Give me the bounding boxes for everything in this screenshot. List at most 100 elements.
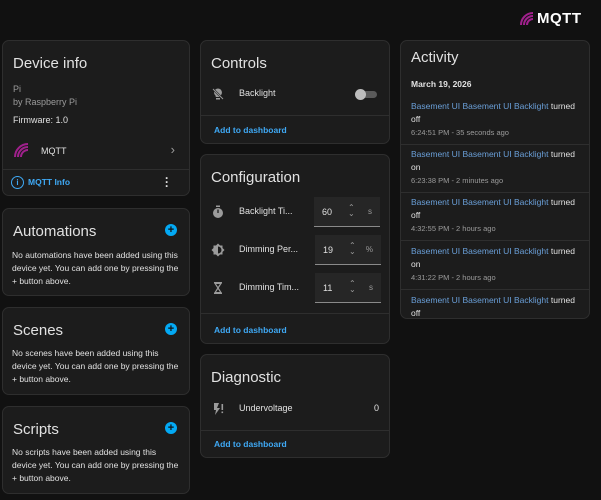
hourglass-icon	[213, 282, 223, 294]
backlight-toggle[interactable]	[355, 89, 377, 100]
mqtt-info-label: MQTT Info	[28, 177, 71, 187]
scenes-card: Scenes + No scenes have been added using…	[2, 307, 190, 395]
brand-name: MQTT	[537, 10, 582, 27]
add-script-icon[interactable]: +	[165, 422, 177, 434]
configuration-card: Configuration Backlight Ti... 60 ⌃ ⌄ s Di…	[200, 154, 390, 344]
lightbulb-off-icon	[212, 88, 224, 100]
number-input[interactable]: 11 ⌃ ⌄ s	[315, 273, 381, 303]
activity-item: Basement UI Basement UI Backlight turned…	[411, 100, 579, 139]
device-manufacturer: by Raspberry Pi	[13, 97, 78, 107]
activity-date: March 19, 2026	[411, 79, 472, 89]
undervoltage-row[interactable]: Undervoltage 0	[201, 394, 389, 424]
number-input[interactable]: 19 ⌃ ⌄ %	[315, 235, 381, 265]
device-firmware: Firmware: 1.0	[13, 115, 69, 125]
activity-time: 4:32:55 PM - 2 hours ago	[411, 224, 496, 233]
undervoltage-name: Undervoltage	[239, 403, 293, 413]
diagnostic-title: Diagnostic	[211, 369, 282, 386]
toggle-knob	[355, 89, 366, 100]
config-name: Backlight Ti...	[239, 206, 293, 216]
activity-item: Basement UI Basement UI Backlight turned…	[411, 196, 579, 235]
activity-item: Basement UI Basement UI Backlight turned…	[411, 245, 579, 284]
mqtt-icon	[14, 143, 29, 158]
activity-action: turned	[550, 101, 575, 111]
activity-time: 6:24:51 PM - 35 seconds ago	[411, 128, 509, 137]
automations-title: Automations	[13, 223, 97, 240]
timer-icon	[213, 205, 223, 218]
activity-time: 4:31:22 PM - 2 hours ago	[411, 273, 496, 282]
activity-action: turned	[550, 295, 575, 305]
activity-state: on	[411, 162, 421, 172]
controls-card: Controls Backlight Add to dashboard	[200, 40, 390, 144]
activity-state: off	[411, 308, 421, 318]
activity-time: 6:23:38 PM - 2 minutes ago	[411, 176, 504, 185]
controls-title: Controls	[211, 55, 267, 72]
number-input[interactable]: 60 ⌃ ⌄ s	[314, 197, 380, 227]
number-unit: s	[369, 283, 373, 292]
stepper-icon[interactable]: ⌃ ⌄	[349, 280, 356, 294]
divider	[401, 144, 589, 145]
divider	[201, 313, 389, 314]
divider	[201, 115, 389, 116]
undervoltage-value: 0	[373, 403, 379, 413]
divider	[401, 192, 589, 193]
config-row-dimming-percent: Dimming Per... 19 ⌃ ⌄ %	[201, 235, 389, 265]
activity-state: off	[411, 210, 421, 220]
brightness-icon	[211, 243, 225, 257]
diagnostic-card: Diagnostic Undervoltage 0 Add to dashboa…	[200, 354, 390, 458]
scripts-empty-text: No scripts have been added using this de…	[12, 447, 179, 483]
activity-action: turned	[550, 197, 575, 207]
more-options-icon[interactable]: · · ·	[163, 172, 171, 192]
backlight-name: Backlight	[239, 88, 276, 98]
flash-alert-icon	[214, 403, 224, 415]
integration-name: MQTT	[41, 146, 67, 156]
activity-state: on	[411, 259, 421, 269]
chevron-right-icon: ›	[170, 142, 175, 157]
activity-entity-link[interactable]: Basement UI Basement UI Backlight	[411, 246, 548, 256]
config-name: Dimming Per...	[239, 244, 299, 254]
divider	[3, 169, 189, 170]
activity-item: Basement UI Basement UI Backlight turned…	[411, 148, 579, 187]
number-unit: %	[365, 245, 373, 254]
number-value: 11	[323, 283, 333, 293]
scripts-title: Scripts	[13, 421, 59, 438]
activity-entity-link[interactable]: Basement UI Basement UI Backlight	[411, 149, 548, 159]
config-row-dimming-timeout: Dimming Tim... 11 ⌃ ⌄ s	[201, 273, 389, 303]
config-name: Dimming Tim...	[239, 282, 300, 292]
scenes-title: Scenes	[13, 322, 64, 339]
integration-row[interactable]: MQTT ›	[3, 137, 189, 163]
configuration-title: Configuration	[211, 169, 301, 186]
device-info-title: Device info	[13, 55, 88, 72]
activity-entity-link[interactable]: Basement UI Basement UI Backlight	[411, 101, 548, 111]
activity-entity-link[interactable]: Basement UI Basement UI Backlight	[411, 197, 548, 207]
diagnostic-add-to-dashboard[interactable]: Add to dashboard	[214, 439, 287, 449]
add-scene-icon[interactable]: +	[165, 323, 177, 335]
number-value: 60	[322, 207, 333, 217]
add-automation-icon[interactable]: +	[165, 224, 177, 236]
config-row-backlight-timeout: Backlight Ti... 60 ⌃ ⌄ s	[201, 197, 389, 227]
activity-card: Activity March 19, 2026 Basement UI Base…	[400, 40, 590, 319]
device-model: Pi	[13, 84, 22, 94]
number-unit: s	[368, 207, 372, 216]
backlight-row[interactable]: Backlight	[201, 79, 389, 109]
configuration-add-to-dashboard[interactable]: Add to dashboard	[214, 325, 287, 335]
controls-add-to-dashboard[interactable]: Add to dashboard	[214, 125, 287, 135]
automations-card: Automations + No automations have been a…	[2, 208, 190, 296]
number-value: 19	[323, 245, 334, 255]
activity-item: Basement UI Basement UI Backlight turned…	[411, 294, 579, 318]
divider	[201, 430, 389, 431]
scripts-card: Scripts + No scripts have been added usi…	[2, 406, 190, 494]
scenes-empty-text: No scenes have been added using this dev…	[12, 348, 179, 384]
activity-state: off	[411, 114, 421, 124]
stepper-icon[interactable]: ⌃ ⌄	[349, 242, 356, 256]
stepper-icon[interactable]: ⌃ ⌄	[348, 204, 355, 218]
divider	[401, 289, 589, 290]
activity-action: turned	[550, 246, 575, 256]
divider	[401, 240, 589, 241]
automations-empty-text: No automations have been added using thi…	[12, 250, 179, 286]
mqtt-brand-icon	[520, 12, 534, 26]
info-icon: i	[11, 176, 24, 189]
activity-action: turned	[550, 149, 575, 159]
device-info-card: Device info Pi by Raspberry Pi Firmware:…	[2, 40, 190, 196]
activity-entity-link[interactable]: Basement UI Basement UI Backlight	[411, 295, 548, 305]
activity-title: Activity	[411, 49, 459, 66]
